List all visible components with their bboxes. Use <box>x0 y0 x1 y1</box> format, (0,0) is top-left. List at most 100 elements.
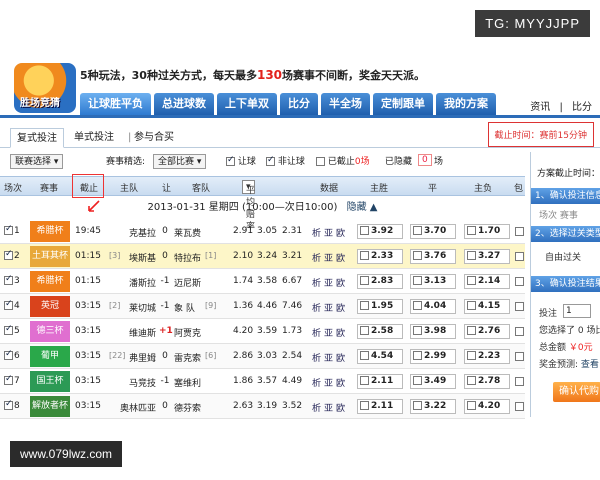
league-badge[interactable]: 葡甲 <box>30 346 70 367</box>
league-badge[interactable]: 国王杯 <box>30 371 70 392</box>
away-team[interactable]: 象 队 <box>174 301 195 314</box>
bet-lose-checkbox[interactable] <box>467 326 476 335</box>
stopped-checkbox[interactable] <box>316 157 325 166</box>
bet-win-option[interactable]: 2.33 <box>357 249 403 264</box>
bet-win-option[interactable]: 4.54 <box>357 349 403 364</box>
match-filter-select[interactable]: 全部比赛 ▾ <box>153 154 207 169</box>
bet-draw-option[interactable]: 3.22 <box>410 399 456 414</box>
bet-win-option[interactable]: 3.92 <box>357 224 403 239</box>
bet-draw-checkbox[interactable] <box>413 226 422 235</box>
row-select-checkbox[interactable] <box>4 349 13 360</box>
league-badge[interactable]: 希腊杯 <box>30 271 70 292</box>
bet-draw-option[interactable]: 2.99 <box>410 349 456 364</box>
nav-tab-3[interactable]: 比分 <box>280 93 318 115</box>
home-team[interactable]: 潘斯拉 <box>120 276 156 289</box>
row-select-checkbox[interactable] <box>4 274 13 285</box>
bet-win-checkbox[interactable] <box>360 351 369 360</box>
prize-link[interactable]: 查看 <box>581 360 599 370</box>
away-team[interactable]: 德芬索 <box>174 401 201 414</box>
bet-lose-option[interactable]: 3.27 <box>464 249 510 264</box>
analysis-links[interactable]: 析亚欧 <box>312 376 348 389</box>
league-badge[interactable]: 德三杯 <box>30 321 70 342</box>
league-badge[interactable]: 希腊杯 <box>30 221 70 242</box>
bet-draw-checkbox[interactable] <box>413 376 422 385</box>
bet-draw-option[interactable]: 3.76 <box>410 249 456 264</box>
nav-tab-4[interactable]: 半全场 <box>321 93 370 115</box>
link-score[interactable]: 比分 <box>572 102 592 113</box>
feirangqiu-checkbox[interactable] <box>266 155 275 166</box>
bet-draw-checkbox[interactable] <box>413 326 422 335</box>
bet-win-checkbox[interactable] <box>360 226 369 235</box>
bet-win-option[interactable]: 2.11 <box>357 399 403 414</box>
away-team[interactable]: 阿贾克 <box>174 326 201 339</box>
row-select-checkbox[interactable] <box>4 399 13 410</box>
link-news[interactable]: 资讯 <box>530 102 550 113</box>
row-select-checkbox[interactable] <box>4 374 13 385</box>
league-badge[interactable]: 解放者杯 <box>30 396 70 417</box>
bet-lose-checkbox[interactable] <box>467 276 476 285</box>
bet-win-option[interactable]: 1.95 <box>357 299 403 314</box>
hidden-count[interactable]: 0 <box>418 154 432 166</box>
bet-lose-option[interactable]: 2.14 <box>464 274 510 289</box>
tab-multi-bet[interactable]: 复式投注 <box>10 128 64 148</box>
bao-checkbox[interactable] <box>515 402 524 411</box>
league-badge[interactable]: 土耳其杯 <box>30 246 70 267</box>
bet-win-checkbox[interactable] <box>360 251 369 260</box>
odds-type-select[interactable]: 平均赔率 ▾ <box>242 180 255 232</box>
bet-lose-option[interactable]: 2.23 <box>464 349 510 364</box>
bet-lose-option[interactable]: 4.15 <box>464 299 510 314</box>
home-team[interactable]: 弗里姆 <box>120 351 156 364</box>
row-select-checkbox[interactable] <box>4 299 13 310</box>
site-logo[interactable]: 胜场竞猜 <box>14 63 76 113</box>
row-select-checkbox[interactable] <box>4 224 13 235</box>
bet-lose-checkbox[interactable] <box>467 251 476 260</box>
bet-draw-option[interactable]: 3.49 <box>410 374 456 389</box>
bet-win-checkbox[interactable] <box>360 401 369 410</box>
row-select-checkbox[interactable] <box>4 324 13 335</box>
league-select[interactable]: 联赛选择 ▾ <box>10 154 64 169</box>
bet-lose-option[interactable]: 4.20 <box>464 399 510 414</box>
tab-single-bet[interactable]: 单式投注 <box>68 128 120 148</box>
bet-lose-option[interactable]: 2.76 <box>464 324 510 339</box>
bet-draw-option[interactable]: 3.98 <box>410 324 456 339</box>
bet-draw-checkbox[interactable] <box>413 301 422 310</box>
analysis-links[interactable]: 析亚欧 <box>312 401 348 414</box>
home-team[interactable]: 埃斯基 <box>120 251 156 264</box>
bao-checkbox[interactable] <box>515 327 524 336</box>
bet-lose-checkbox[interactable] <box>467 301 476 310</box>
bao-checkbox[interactable] <box>515 302 524 311</box>
nav-tab-6[interactable]: 我的方案 <box>436 93 496 115</box>
pass-type-value[interactable]: 自由过关 <box>545 250 581 263</box>
rangqiu-toggle[interactable]: 让球 <box>226 154 256 167</box>
bet-draw-checkbox[interactable] <box>413 401 422 410</box>
stopped-toggle[interactable]: 已截止0场 <box>316 154 370 167</box>
away-team[interactable]: 莱瓦费 <box>174 226 201 239</box>
bet-lose-checkbox[interactable] <box>467 351 476 360</box>
nav-tab-5[interactable]: 定制跟单 <box>373 93 433 115</box>
analysis-links[interactable]: 析亚欧 <box>312 276 348 289</box>
bet-draw-checkbox[interactable] <box>413 251 422 260</box>
analysis-links[interactable]: 析亚欧 <box>312 226 348 239</box>
home-team[interactable]: 马竞技 <box>120 376 156 389</box>
bet-lose-option[interactable]: 2.78 <box>464 374 510 389</box>
bao-checkbox[interactable] <box>515 227 524 236</box>
away-team[interactable]: 迈尼斯 <box>174 276 201 289</box>
bao-checkbox[interactable] <box>515 277 524 286</box>
row-select-checkbox[interactable] <box>4 249 13 260</box>
nav-tab-2[interactable]: 上下单双 <box>217 93 277 115</box>
home-team[interactable]: 奥林匹亚 <box>120 401 156 414</box>
bet-win-checkbox[interactable] <box>360 376 369 385</box>
bet-win-option[interactable]: 2.11 <box>357 374 403 389</box>
bet-win-checkbox[interactable] <box>360 301 369 310</box>
bet-draw-option[interactable]: 3.70 <box>410 224 456 239</box>
tab-group-buy[interactable]: 参与合买 <box>128 128 180 148</box>
bao-checkbox[interactable] <box>515 252 524 261</box>
bao-checkbox[interactable] <box>515 377 524 386</box>
analysis-links[interactable]: 析亚欧 <box>312 301 348 314</box>
analysis-links[interactable]: 析亚欧 <box>312 251 348 264</box>
analysis-links[interactable]: 析亚欧 <box>312 351 348 364</box>
bet-lose-checkbox[interactable] <box>467 226 476 235</box>
bet-draw-checkbox[interactable] <box>413 351 422 360</box>
away-team[interactable]: 塞维利 <box>174 376 201 389</box>
away-team[interactable]: 特拉布 <box>174 251 201 264</box>
